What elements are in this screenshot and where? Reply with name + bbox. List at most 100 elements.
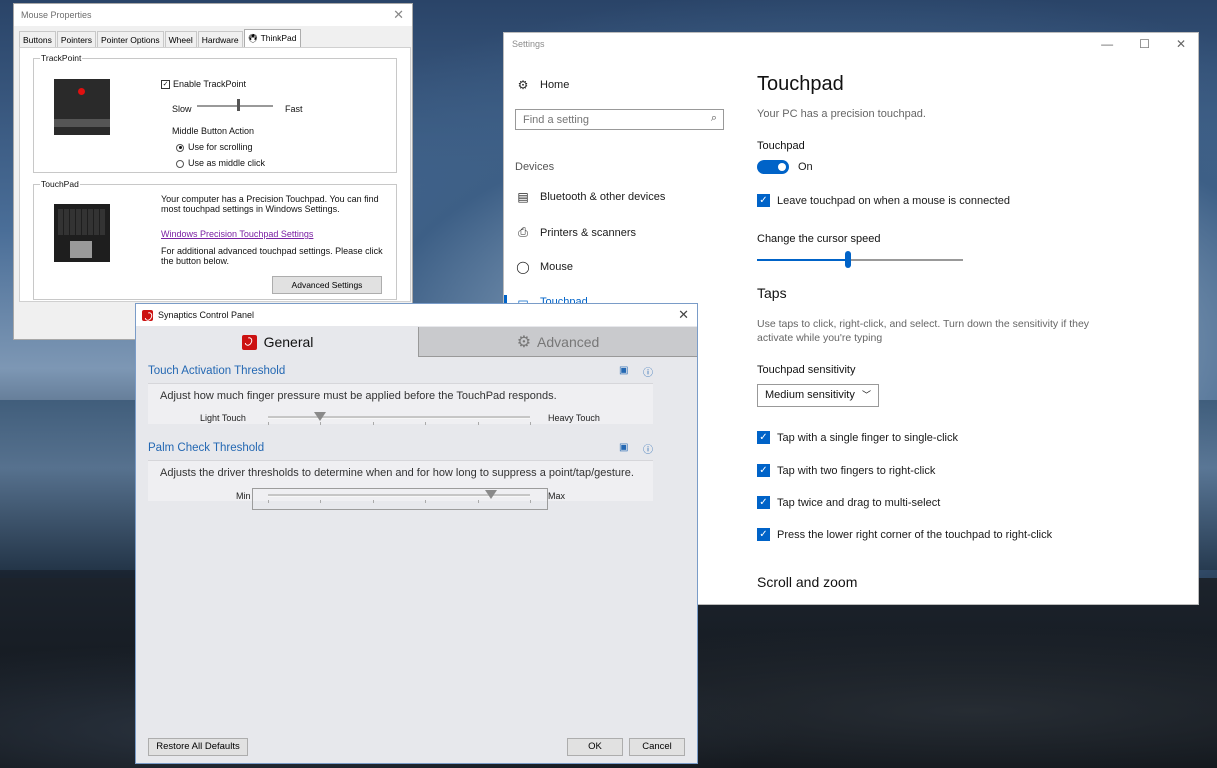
close-icon[interactable]: ✕ xyxy=(393,4,404,26)
use-middle-click-radio[interactable] xyxy=(176,159,184,168)
palm-threshold-thumb[interactable] xyxy=(484,490,497,499)
trackpoint-speed-thumb[interactable] xyxy=(237,99,240,111)
palm-max-label: Max xyxy=(548,491,566,501)
devices-section-label: Devices xyxy=(515,161,555,173)
slider-tick xyxy=(425,500,427,503)
use-scrolling-radio[interactable] xyxy=(176,143,184,152)
tap-option-row[interactable]: ✓ Tap with two fingers to right-click xyxy=(757,464,935,477)
tab-pointer-options[interactable]: Pointer Options xyxy=(97,31,164,48)
synaptics-titlebar: Synaptics Control Panel ✕ xyxy=(136,304,697,326)
touch-threshold-slider[interactable] xyxy=(268,412,531,425)
palm-threshold-box: Adjusts the driver thresholds to determi… xyxy=(148,460,653,510)
scroll-zoom-heading: Scroll and zoom xyxy=(757,574,858,590)
tab-pointers[interactable]: Pointers xyxy=(56,31,97,48)
taps-description: Use taps to click, right-click, and sele… xyxy=(757,318,1090,344)
search-input[interactable] xyxy=(516,110,710,130)
tab-buttons[interactable]: Buttons xyxy=(19,31,56,48)
restore-defaults-button[interactable]: Restore All Defaults xyxy=(148,738,248,756)
maximize-icon[interactable]: ☐ xyxy=(1139,37,1150,51)
slider-tick xyxy=(530,422,531,425)
tap-option-label: Tap with two fingers to right-click xyxy=(777,464,936,477)
trackpoint-speed-slider[interactable] xyxy=(197,99,273,111)
enable-trackpoint-row[interactable]: ✓ Enable TrackPoint xyxy=(161,79,247,90)
slider-tick xyxy=(425,422,427,425)
tab-general[interactable]: General xyxy=(137,327,419,357)
heavy-touch-label: Heavy Touch xyxy=(548,413,600,423)
thinkpad-panel: TrackPoint ✓ Enable TrackPoint Slow Fast … xyxy=(19,47,411,302)
nav-mouse-label: Mouse xyxy=(540,261,574,273)
slider-tick xyxy=(320,422,322,425)
tap-option-label: Press the lower right corner of the touc… xyxy=(777,528,1053,541)
palm-min-label: Min xyxy=(236,491,251,501)
synaptics-general-icon xyxy=(241,334,257,350)
leave-on-checkbox[interactable]: ✓ xyxy=(757,194,770,207)
ok-button[interactable]: OK xyxy=(567,738,623,756)
enable-trackpoint-label: Enable TrackPoint xyxy=(173,79,247,89)
touchpad-toggle-row: On xyxy=(757,160,813,174)
tab-wheel[interactable]: Wheel xyxy=(164,31,197,48)
touchpad-description: Your computer has a Precision Touchpad. … xyxy=(161,194,379,214)
sensitivity-dropdown[interactable]: Medium sensitivity ﹀ xyxy=(757,384,879,407)
cursor-speed-slider[interactable] xyxy=(757,251,963,268)
slider-tick xyxy=(477,500,479,503)
cursor-speed-thumb[interactable] xyxy=(844,251,851,268)
use-middle-click-label: Use as middle click xyxy=(188,158,266,168)
mouse-properties-tabs: Buttons Pointers Pointer Options Wheel H… xyxy=(19,29,302,48)
slider-tick xyxy=(477,422,479,425)
use-middle-click-option[interactable]: Use as middle click xyxy=(176,158,265,168)
touchpad-legend: TouchPad xyxy=(40,179,80,189)
info-icon[interactable]: ⓘ xyxy=(643,441,653,456)
light-touch-label: Light Touch xyxy=(200,413,246,423)
slider-tick xyxy=(530,500,531,503)
enable-trackpoint-checkbox[interactable]: ✓ xyxy=(161,80,170,90)
synaptics-title: Synaptics Control Panel xyxy=(158,310,255,320)
info-icon[interactable]: ⓘ xyxy=(643,364,653,379)
tap-option-checkbox[interactable]: ✓ xyxy=(757,464,770,477)
tab-general-label: General xyxy=(263,334,314,350)
palm-threshold-description: Adjusts the driver thresholds to determi… xyxy=(160,467,634,479)
tap-option-row[interactable]: ✓ Tap twice and drag to multi-select xyxy=(757,496,940,509)
nav-bluetooth[interactable]: ▤ Bluetooth & other devices xyxy=(515,190,665,204)
leave-on-row[interactable]: ✓ Leave touchpad on when a mouse is conne… xyxy=(757,194,1010,207)
precision-touchpad-link[interactable]: Windows Precision Touchpad Settings xyxy=(161,229,313,239)
touch-threshold-thumb[interactable] xyxy=(314,412,327,421)
nav-home[interactable]: ⚙ Home xyxy=(515,78,570,92)
slider-tick xyxy=(268,422,269,425)
trackpoint-image xyxy=(54,79,110,135)
tap-option-row[interactable]: ✓ Press the lower right corner of the tou… xyxy=(757,528,1052,541)
advanced-description: For additional advanced touchpad setting… xyxy=(161,246,383,266)
synaptics-logo-icon xyxy=(142,310,153,321)
speed-slow-label: Slow xyxy=(172,104,192,114)
palm-slider-focus-box xyxy=(252,488,548,510)
search-icon[interactable]: ⌕ xyxy=(711,112,717,125)
tab-thinkpad[interactable]: 🖲 ThinkPad xyxy=(243,29,301,48)
video-icon[interactable]: ▣ xyxy=(619,442,628,453)
page-subtitle: Your PC has a precision touchpad. xyxy=(757,108,926,120)
tap-option-row[interactable]: ✓ Tap with a single finger to single-clic… xyxy=(757,431,958,444)
video-icon[interactable]: ▣ xyxy=(619,365,628,376)
tap-option-checkbox[interactable]: ✓ xyxy=(757,528,770,541)
tap-option-label: Tap twice and drag to multi-select xyxy=(777,496,941,509)
use-scrolling-option[interactable]: Use for scrolling xyxy=(176,142,253,152)
tab-hardware[interactable]: Hardware xyxy=(197,31,243,48)
nav-mouse[interactable]: ◯ Mouse xyxy=(515,260,573,274)
trackpoint-group: TrackPoint ✓ Enable TrackPoint Slow Fast … xyxy=(33,53,397,173)
nav-printers[interactable]: ⎙ Printers & scanners xyxy=(515,225,636,240)
cancel-button[interactable]: Cancel xyxy=(629,738,685,756)
close-icon[interactable]: ✕ xyxy=(678,304,689,326)
close-icon[interactable]: ✕ xyxy=(1176,37,1186,51)
gear-icon: ⚙ xyxy=(517,78,529,92)
search-box[interactable]: ⌕ xyxy=(515,109,724,130)
middle-button-label: Middle Button Action xyxy=(172,126,255,136)
settings-title: Settings xyxy=(512,39,545,49)
tap-option-checkbox[interactable]: ✓ xyxy=(757,431,770,444)
tab-thinkpad-label: ThinkPad xyxy=(260,33,297,43)
touch-threshold-title: Touch Activation Threshold xyxy=(148,365,286,377)
tab-advanced[interactable]: ⚙ Advanced xyxy=(419,327,697,357)
tap-option-checkbox[interactable]: ✓ xyxy=(757,496,770,509)
palm-threshold-slider[interactable] xyxy=(268,490,531,503)
minimize-icon[interactable]: — xyxy=(1101,37,1113,51)
touchpad-toggle[interactable] xyxy=(757,160,789,174)
advanced-settings-button[interactable]: Advanced Settings xyxy=(272,276,382,294)
tap-option-label: Tap with a single finger to single-click xyxy=(777,431,958,444)
